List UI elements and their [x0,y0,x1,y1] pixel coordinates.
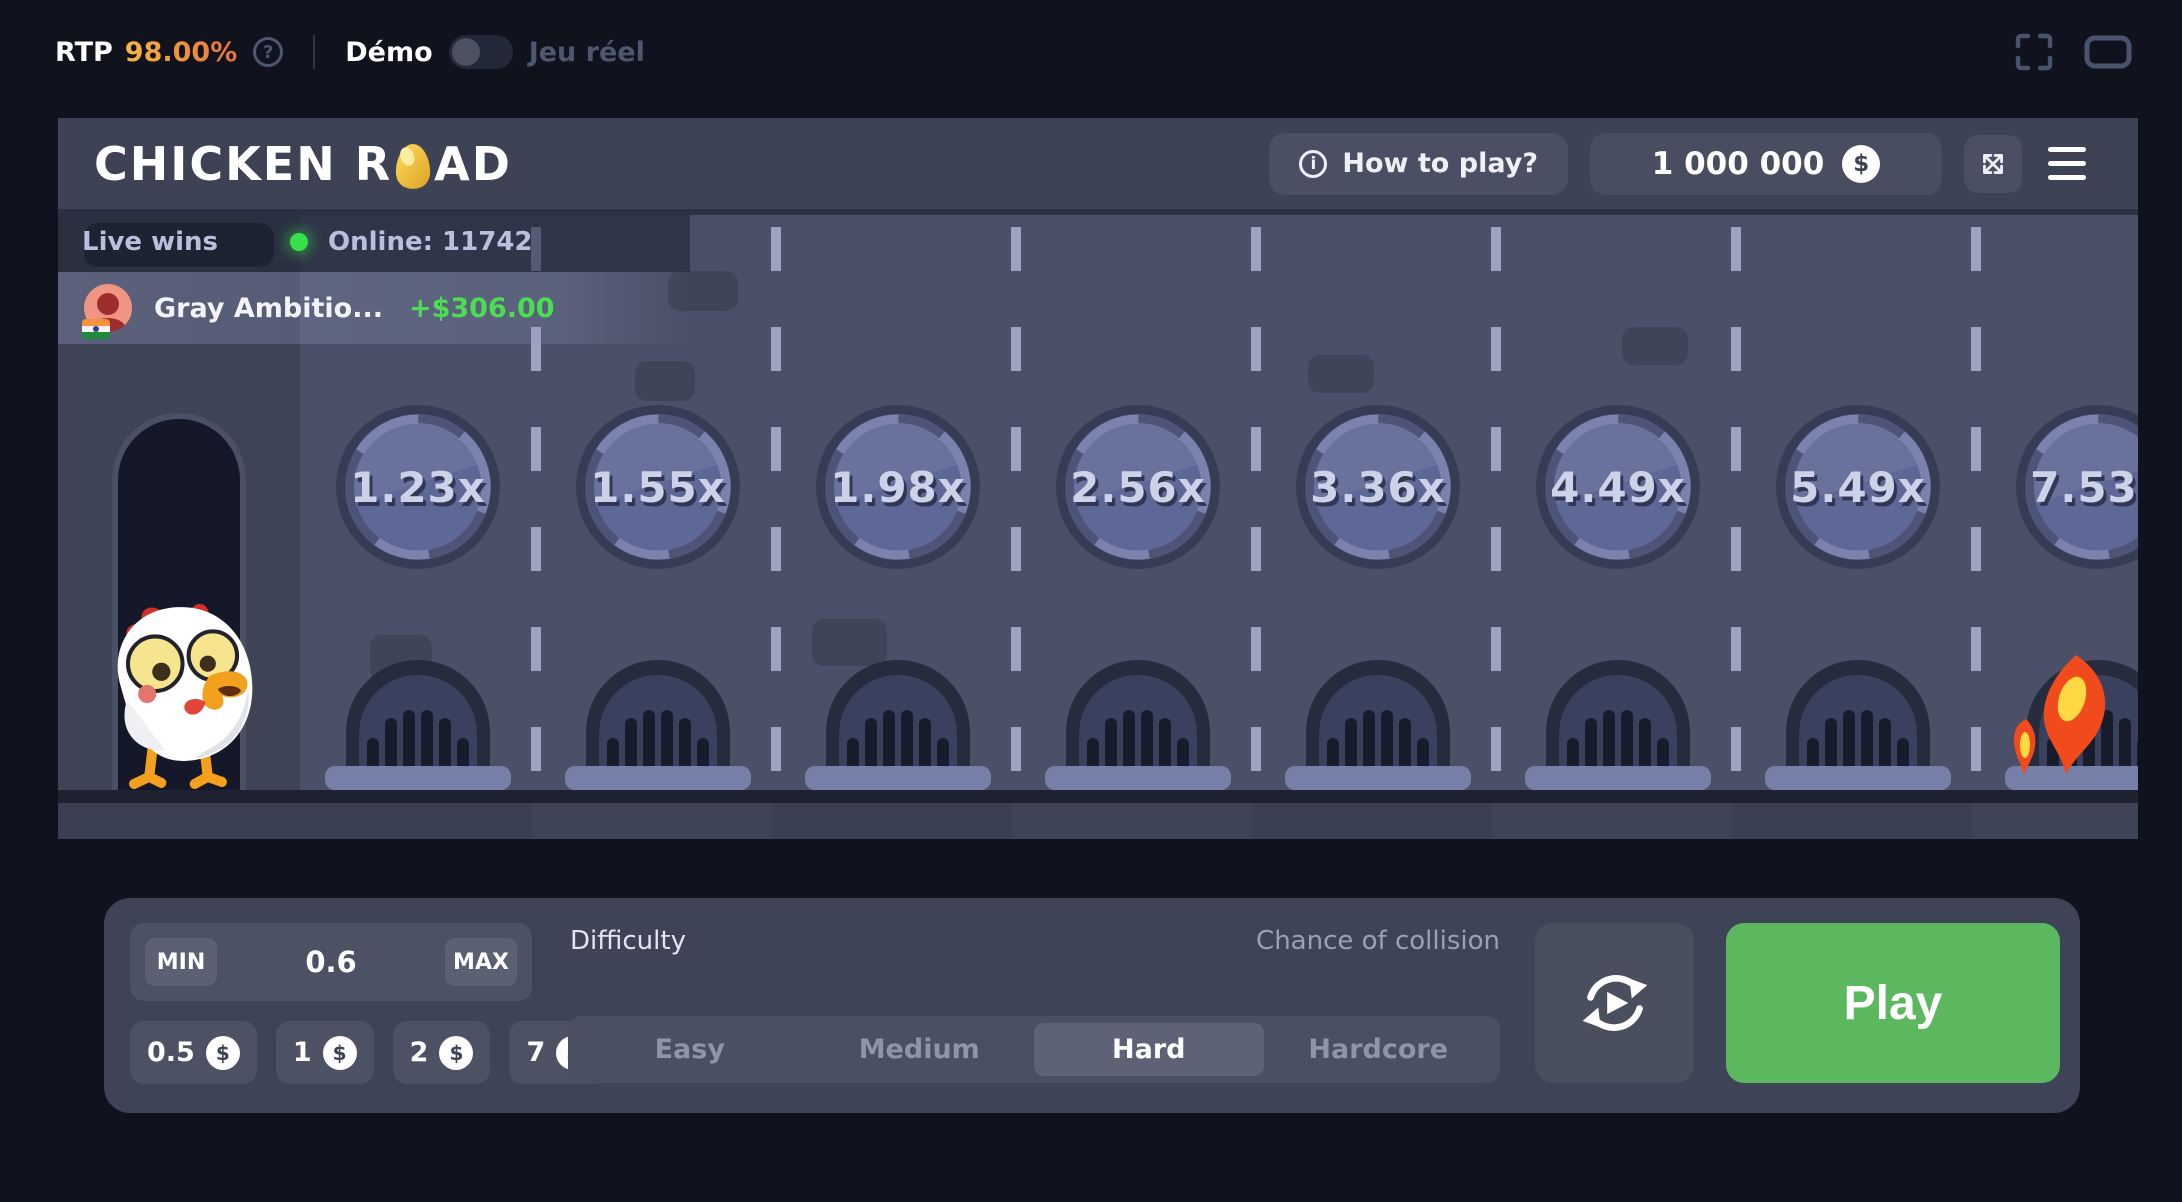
min-bet-button[interactable]: MIN [145,938,217,986]
lane-divider [1251,215,1261,790]
toggle-knob [452,38,480,66]
fullscreen-icon[interactable] [2014,32,2054,72]
winner-avatar-wrap [84,284,132,332]
lane-divider [1491,215,1501,790]
sewer-grate [323,640,513,790]
balance-value: 1 000 000 [1652,146,1825,182]
header-actions: i How to play? 1 000 000 $ [1269,133,2090,195]
how-to-play-label: How to play? [1342,148,1538,179]
lane-divider [1971,215,1981,790]
multiplier-value: 2.56x [1055,404,1221,570]
quick-bet-row: 0.5 $ 1 $ 2 $ 7 $ [130,1021,607,1084]
expand-button[interactable] [1964,135,2022,193]
quick-bet-2-button[interactable]: 2 $ [393,1021,491,1084]
top-bar: RTP 98.00% ? Démo Jeu réel [55,24,2132,80]
multiplier-disc-5: 3.36x [1295,404,1461,570]
difficulty-label: Difficulty [570,926,686,956]
road-patch [1622,327,1688,365]
sewer-grate [1043,640,1233,790]
logo-text-right: AD [434,137,512,191]
multiplier-value: 1.55x [575,404,741,570]
dollar-icon: $ [323,1036,357,1070]
bet-amount-box: MIN 0.6 MAX [130,923,532,1001]
multiplier-disc-8: 7.53x [2015,404,2138,570]
fire-icon [2010,645,2138,787]
chicken-road-logo: CHICKEN R AD [94,137,512,191]
online-status-dot [290,233,308,251]
divider [313,35,315,69]
rtp-value: 98.00% [125,37,237,68]
game-header: CHICKEN R AD i How to play? 1 000 000 $ [58,118,2138,215]
tab-hardcore[interactable]: Hardcore [1264,1023,1494,1076]
info-icon: i [1299,150,1327,178]
game-window: CHICKEN R AD i How to play? 1 000 000 $ [58,118,2138,839]
multiplier-value: 5.49x [1775,404,1941,570]
difficulty-tabs: Easy Medium Hard Hardcore [568,1016,1500,1083]
control-panel: MIN 0.6 MAX 0.5 $ 1 $ 2 $ 7 $ Difficulty… [104,898,2080,1113]
sewer-grate [563,640,753,790]
live-win-entry: Gray Ambitio... +$306.00 [58,272,690,344]
live-wins-bar: Live wins Online: 11742 [82,227,533,257]
chicken-road-page: RTP 98.00% ? Démo Jeu réel CHICKEN R [0,0,2182,1202]
multiplier-disc-1: 1.23x [335,404,501,570]
lane-divider [1011,215,1021,790]
dollar-icon: $ [1842,145,1880,183]
game-road: 1.23x 1.55x 1.98x 2.56x 3.36x 4.49x [58,215,2138,839]
theater-mode-icon[interactable] [2084,35,2132,69]
multiplier-value: 1.23x [335,404,501,570]
bet-amount-value[interactable]: 0.6 [305,945,356,979]
winner-name: Gray Ambitio... [154,293,383,324]
logo-text-left: CHICKEN R [94,137,392,191]
road-patch [635,361,695,401]
multiplier-disc-7: 5.49x [1775,404,1941,570]
tab-hard[interactable]: Hard [1034,1023,1264,1076]
tab-medium[interactable]: Medium [805,1023,1035,1076]
multiplier-value: 4.49x [1535,404,1701,570]
sewer-grate [803,640,993,790]
how-to-play-button[interactable]: i How to play? [1269,133,1568,195]
demo-mode-label: Démo [345,37,432,68]
sewer-grate [1763,640,1953,790]
road-patch [1308,355,1374,393]
help-icon[interactable]: ? [253,37,283,67]
road-curb [58,790,2138,803]
chicken-character [90,591,268,793]
india-flag-icon [82,319,110,339]
real-mode-label: Jeu réel [529,37,645,68]
menu-icon [2048,147,2086,152]
tab-easy[interactable]: Easy [575,1023,805,1076]
multiplier-disc-2: 1.55x [575,404,741,570]
balance-display[interactable]: 1 000 000 $ [1590,133,1942,195]
dollar-icon: $ [439,1036,473,1070]
sewer-grate [1523,640,1713,790]
multiplier-value: 3.36x [1295,404,1461,570]
lane-divider [1731,215,1741,790]
quick-bet-1-button[interactable]: 1 $ [276,1021,374,1084]
multiplier-value: 1.98x [815,404,981,570]
demo-real-toggle[interactable] [449,35,513,69]
lane-divider [771,215,781,790]
quick-bet-0.5-button[interactable]: 0.5 $ [130,1021,257,1084]
egg-icon [394,142,432,190]
window-controls [2014,32,2132,72]
rtp-label: RTP [55,37,113,68]
autoplay-icon [1576,964,1654,1042]
winner-amount: +$306.00 [409,293,555,324]
multiplier-disc-3: 1.98x [815,404,981,570]
dollar-icon: $ [206,1036,240,1070]
expand-arrows-icon [1978,149,2008,179]
multiplier-disc-4: 2.56x [1055,404,1221,570]
multiplier-disc-6: 4.49x [1535,404,1701,570]
live-wins-title: Live wins [82,227,218,257]
max-bet-button[interactable]: MAX [445,938,517,986]
sewer-grate [1283,640,1473,790]
menu-button[interactable] [2044,143,2090,184]
chance-of-collision-label: Chance of collision [1150,926,1500,956]
autoplay-button[interactable] [1535,923,1694,1083]
play-button[interactable]: Play [1726,923,2060,1083]
online-count: Online: 11742 [328,227,532,257]
multiplier-value: 7.53x [2015,404,2138,570]
